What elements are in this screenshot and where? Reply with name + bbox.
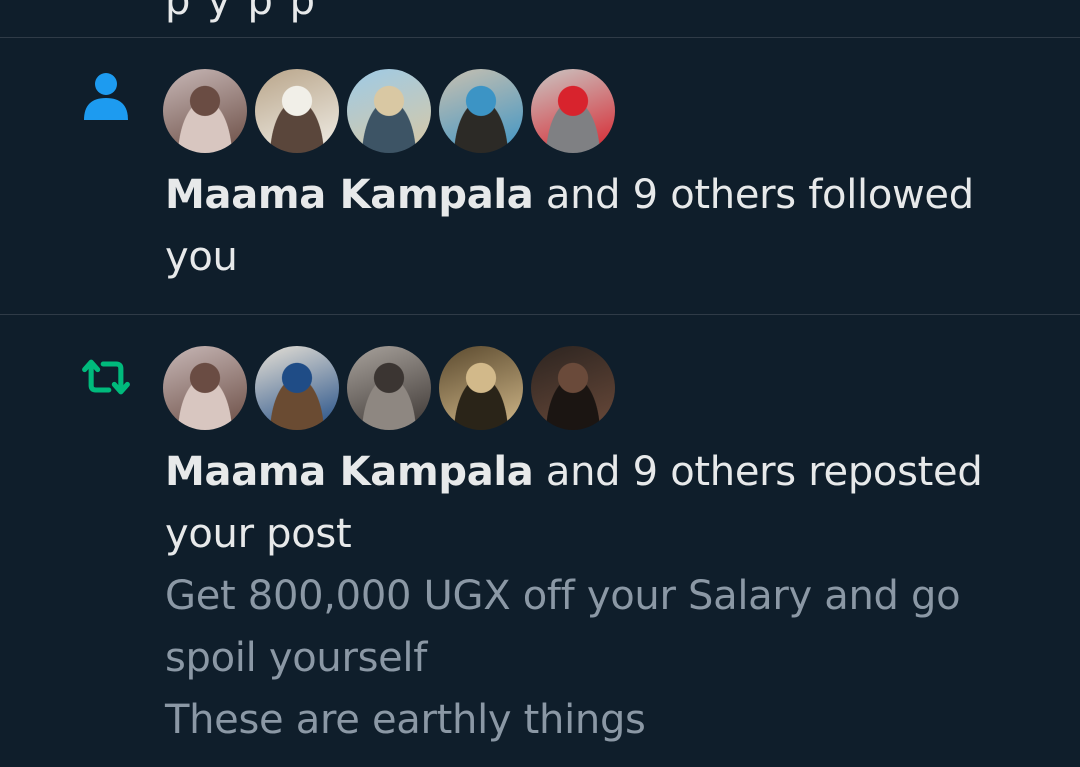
- clipped-text: p y p p: [165, 0, 317, 24]
- avatar[interactable]: [255, 69, 339, 153]
- avatar[interactable]: [255, 346, 339, 430]
- previous-notification-clip[interactable]: p y p p: [0, 0, 1080, 37]
- avatar[interactable]: [531, 346, 615, 430]
- avatar[interactable]: [163, 69, 247, 153]
- post-line: Get 800,000 UGX off your Salary and go s…: [165, 573, 961, 681]
- notification-repost[interactable]: Maama Kampala and 9 others reposted your…: [0, 315, 1080, 767]
- person-icon: [80, 70, 132, 122]
- reposter-avatars: [163, 346, 615, 430]
- avatar[interactable]: [347, 69, 431, 153]
- notifications-feed: p y p p Maama Kampala and 9 others follo…: [0, 0, 1080, 767]
- post-preview[interactable]: Get 800,000 UGX off your Salary and go s…: [165, 565, 1045, 751]
- post-line: These are earthly things: [165, 697, 646, 743]
- notification-follow[interactable]: Maama Kampala and 9 others followed you: [0, 38, 1080, 314]
- avatar[interactable]: [439, 346, 523, 430]
- avatar[interactable]: [163, 346, 247, 430]
- avatar[interactable]: [531, 69, 615, 153]
- actor-name[interactable]: Maama Kampala: [165, 449, 534, 495]
- repost-icon: [80, 351, 132, 403]
- follower-avatars: [163, 69, 615, 153]
- avatar[interactable]: [439, 69, 523, 153]
- notification-summary: Maama Kampala and 9 others reposted your…: [165, 441, 1045, 565]
- actor-name[interactable]: Maama Kampala: [165, 172, 534, 218]
- notification-summary: Maama Kampala and 9 others followed you: [165, 164, 1045, 288]
- avatar[interactable]: [347, 346, 431, 430]
